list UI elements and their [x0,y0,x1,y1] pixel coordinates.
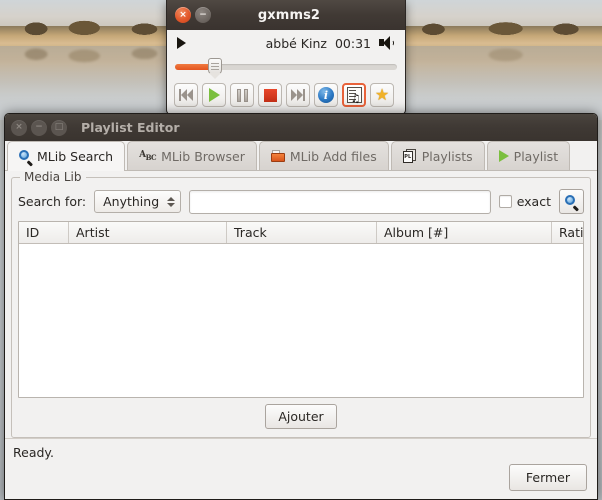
next-button[interactable] [286,83,310,107]
player-body: abbé Kinz 00:31 i ♫ ★ [167,30,405,113]
tab-mlib-browser[interactable]: ABC MLib Browser [127,141,257,170]
search-input[interactable] [189,189,491,214]
search-field-select[interactable]: Anything [94,190,182,213]
skip-backward-icon [179,89,193,101]
playlists-icon: PL [402,149,417,163]
search-field-value: Anything [103,194,160,209]
player-time-label: 00:31 [334,35,371,51]
play-icon [208,88,220,102]
tab-playlists[interactable]: PL Playlists [390,141,485,170]
column-header-rating[interactable]: Rating [552,222,583,243]
player-minimize-button[interactable]: − [195,7,211,23]
column-header-artist[interactable]: Artist [69,222,227,243]
gxmms2-player-window[interactable]: × − gxmms2 abbé Kinz 00:31 i ♫ ★ [166,0,406,115]
playlist-editor-window[interactable]: × − □ Playlist Editor MLib Search ABC ML… [4,113,598,500]
exact-checkbox[interactable] [498,195,512,208]
dialog-button-row: Fermer [5,460,597,499]
status-text: Ready. [13,445,54,460]
tab-label: Playlists [421,148,473,164]
info-button[interactable]: i [314,83,338,107]
tab-label: MLib Add files [289,148,377,164]
media-lib-groupbox: Media Lib Search for: Anything exact ID … [11,170,591,438]
column-header-album[interactable]: Album [#] [377,222,552,243]
editor-title: Playlist Editor [81,120,180,135]
abc-icon: ABC [139,150,157,162]
tab-mlib-search[interactable]: MLib Search [7,141,126,171]
close-dialog-button[interactable]: Fermer [508,464,587,491]
open-folder-icon [270,150,285,162]
column-header-track[interactable]: Track [227,222,377,243]
search-for-label: Search for: [18,194,87,209]
exact-checkbox-wrapper[interactable]: exact [498,194,551,209]
search-row: Search for: Anything exact [18,178,584,221]
spinner-arrows-icon[interactable] [167,196,176,207]
previous-button[interactable] [174,83,198,107]
editor-tabbar: MLib Search ABC MLib Browser MLib Add fi… [5,141,597,171]
tab-mlib-add-files[interactable]: MLib Add files [258,141,389,170]
playlist-document-icon [346,87,362,104]
info-icon: i [318,87,334,103]
tab-label: Playlist [513,148,559,164]
play-triangle-icon [177,37,186,49]
results-body[interactable] [19,244,583,397]
play-triangle-icon [498,150,509,162]
player-close-button[interactable]: × [175,7,191,23]
editor-titlebar[interactable]: × − □ Playlist Editor [5,114,597,141]
pause-button[interactable] [230,83,254,107]
search-button[interactable] [559,189,584,214]
speaker-icon[interactable] [379,36,397,50]
pause-icon [236,88,248,102]
results-header: ID Artist Track Album [#] Rating [19,222,583,244]
media-lib-legend: Media Lib [20,170,86,184]
seek-track[interactable] [175,58,397,75]
editor-maximize-button[interactable]: □ [51,119,67,136]
editor-close-button[interactable]: × [11,119,27,136]
status-bar: Ready. [5,438,597,460]
player-titlebar[interactable]: × − gxmms2 [167,0,405,30]
stop-button[interactable] [258,83,282,107]
favorite-button[interactable]: ★ [370,83,394,107]
player-track-label: abbé Kinz [265,35,327,51]
skip-forward-icon [291,89,305,101]
seek-handle[interactable] [207,58,222,75]
exact-label: exact [516,194,551,209]
column-header-id[interactable]: ID [19,222,69,243]
results-list[interactable]: ID Artist Track Album [#] Rating [18,221,584,398]
player-track-area: abbé Kinz 00:31 [186,36,397,51]
add-button[interactable]: Ajouter [265,404,337,429]
editor-content: Media Lib Search for: Anything exact ID … [5,170,597,438]
stop-icon [263,88,277,102]
magnifier-icon [19,150,32,163]
add-row: Ajouter [18,398,584,431]
player-transport-buttons: i ★ [167,78,405,113]
tab-playlist[interactable]: Playlist [486,141,571,170]
play-button[interactable] [202,83,226,107]
magnifier-icon [565,195,578,208]
playlist-editor-button[interactable] [342,83,366,107]
player-title: gxmms2 [257,7,321,23]
player-seek-slider[interactable] [167,56,405,78]
tab-label: MLib Browser [161,148,245,164]
star-icon: ★ [374,85,390,104]
player-info-row: abbé Kinz 00:31 [167,30,405,56]
editor-minimize-button[interactable]: − [31,119,47,136]
tab-label: MLib Search [37,149,114,164]
